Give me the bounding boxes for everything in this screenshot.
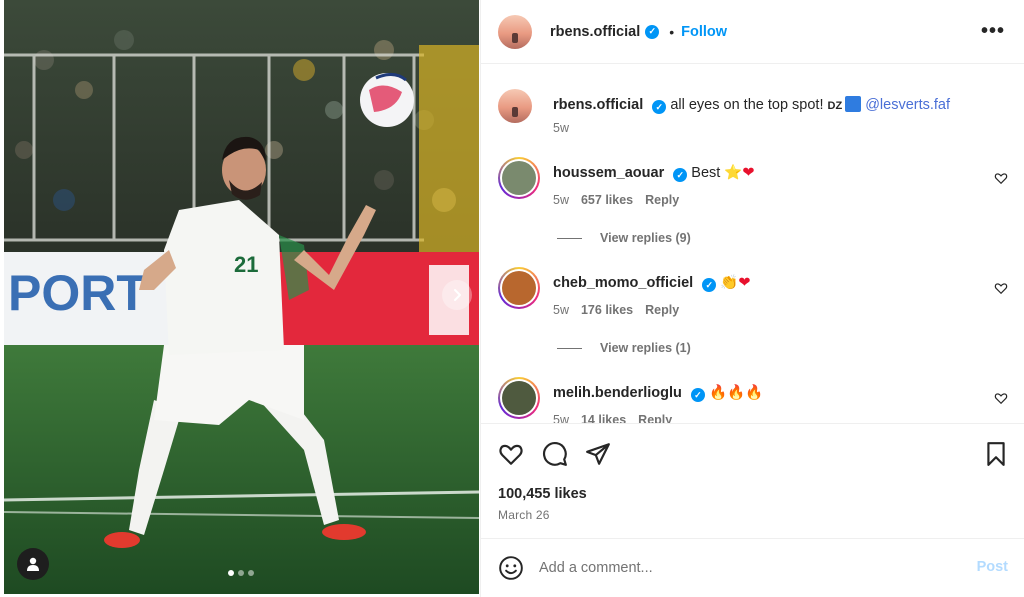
chevron-right-icon — [454, 289, 461, 301]
avatar-image — [502, 161, 536, 195]
heart-emoji: ❤ — [742, 165, 755, 181]
carousel-indicator — [228, 570, 254, 576]
bookmark-icon[interactable] — [983, 441, 1009, 467]
post-actions: 100,455 likes March 26 — [481, 423, 1024, 531]
jersey-number: 21 — [234, 252, 258, 277]
reply-button[interactable]: Reply — [645, 303, 679, 317]
comment-likes[interactable]: 176 likes — [581, 303, 633, 317]
view-replies-label: View replies (9) — [600, 231, 691, 245]
verified-badge-icon: ✓ — [652, 100, 667, 114]
person-icon — [27, 557, 39, 571]
verified-badge-icon: ✓ — [690, 388, 705, 402]
more-icon[interactable]: ••• — [981, 21, 1005, 41]
board-text: PORT — [8, 265, 147, 321]
share-icon[interactable] — [585, 441, 611, 467]
caption-username[interactable]: rbens.official — [553, 97, 643, 113]
owner-avatar[interactable] — [498, 14, 532, 49]
verified-badge-icon: ✓ — [702, 278, 717, 292]
verified-badge-icon: ✓ — [645, 24, 660, 39]
view-replies-label: View replies (1) — [600, 341, 691, 355]
carousel-dot — [238, 570, 244, 576]
post-media[interactable]: PORT 21 — [4, 0, 479, 594]
comment-likes[interactable]: 14 likes — [581, 413, 626, 423]
comment-text: Best — [691, 165, 725, 181]
comment-time: 5w — [553, 193, 569, 207]
replies-line — [557, 237, 582, 239]
view-replies-button[interactable]: View replies (1) — [557, 341, 691, 355]
star-emoji: ⭐ — [724, 165, 743, 181]
clap-emoji: 👏 — [720, 275, 739, 291]
header-separator: • — [669, 23, 675, 40]
comment-username[interactable]: melih.benderlioglu — [553, 385, 682, 401]
caption-time: 5w — [553, 121, 569, 135]
replies-line — [557, 347, 582, 349]
commenter-avatar[interactable] — [498, 267, 540, 309]
comment-time: 5w — [553, 413, 569, 423]
fire-emoji: 🔥 — [727, 385, 746, 401]
avatar-image — [502, 271, 536, 305]
carousel-dot — [228, 570, 234, 576]
post-comment-button[interactable]: Post — [977, 559, 1008, 575]
comment-like-icon[interactable] — [994, 391, 1008, 405]
comment-likes[interactable]: 657 likes — [581, 193, 633, 207]
fire-emoji: 🔥 — [708, 385, 728, 401]
comment-icon[interactable] — [542, 441, 568, 467]
verified-badge-icon: ✓ — [673, 168, 688, 182]
comment-username[interactable]: cheb_momo_officiel — [553, 275, 693, 291]
commenter-avatar[interactable] — [498, 157, 540, 199]
smiley-icon[interactable] — [498, 555, 524, 581]
comment-username[interactable]: houssem_aouar — [553, 165, 664, 181]
flag-text: DZ — [827, 100, 843, 112]
carousel-dot — [248, 570, 254, 576]
reply-button[interactable]: Reply — [645, 193, 679, 207]
caption-text: all eyes on the top spot! — [670, 97, 828, 113]
post-date: March 26 — [498, 508, 550, 522]
follow-button[interactable]: Follow — [681, 24, 727, 40]
fire-emoji: 🔥 — [745, 385, 764, 401]
avatar-image — [502, 381, 536, 415]
comment-like-icon[interactable] — [994, 171, 1008, 185]
reply-button[interactable]: Reply — [638, 413, 672, 423]
post-header: rbens.official ✓ • Follow ••• — [481, 0, 1024, 64]
commenter-avatar[interactable] — [498, 377, 540, 419]
owner-username[interactable]: rbens.official — [550, 24, 640, 40]
carousel-next-button[interactable] — [442, 280, 472, 310]
comment-time: 5w — [553, 303, 569, 317]
view-replies-button[interactable]: View replies (9) — [557, 231, 691, 245]
comment-input[interactable] — [539, 560, 939, 576]
flag-emoji-icon — [845, 96, 862, 112]
heart-icon[interactable] — [498, 441, 524, 467]
comment-like-icon[interactable] — [994, 281, 1008, 295]
post-photo: PORT 21 — [4, 0, 479, 594]
tagged-users-button[interactable] — [17, 548, 49, 580]
comment-composer: Post — [481, 538, 1024, 597]
post-side-panel: rbens.official ✓ • Follow ••• rbens.offi… — [480, 0, 1024, 597]
mention-link[interactable]: @lesverts.faf — [865, 97, 950, 113]
likes-count[interactable]: 100,455 likes — [498, 486, 587, 502]
heart-emoji: ❤ — [738, 275, 751, 291]
caption-avatar[interactable] — [498, 89, 532, 123]
comments-list[interactable]: rbens.official ✓ all eyes on the top spo… — [481, 65, 1024, 423]
